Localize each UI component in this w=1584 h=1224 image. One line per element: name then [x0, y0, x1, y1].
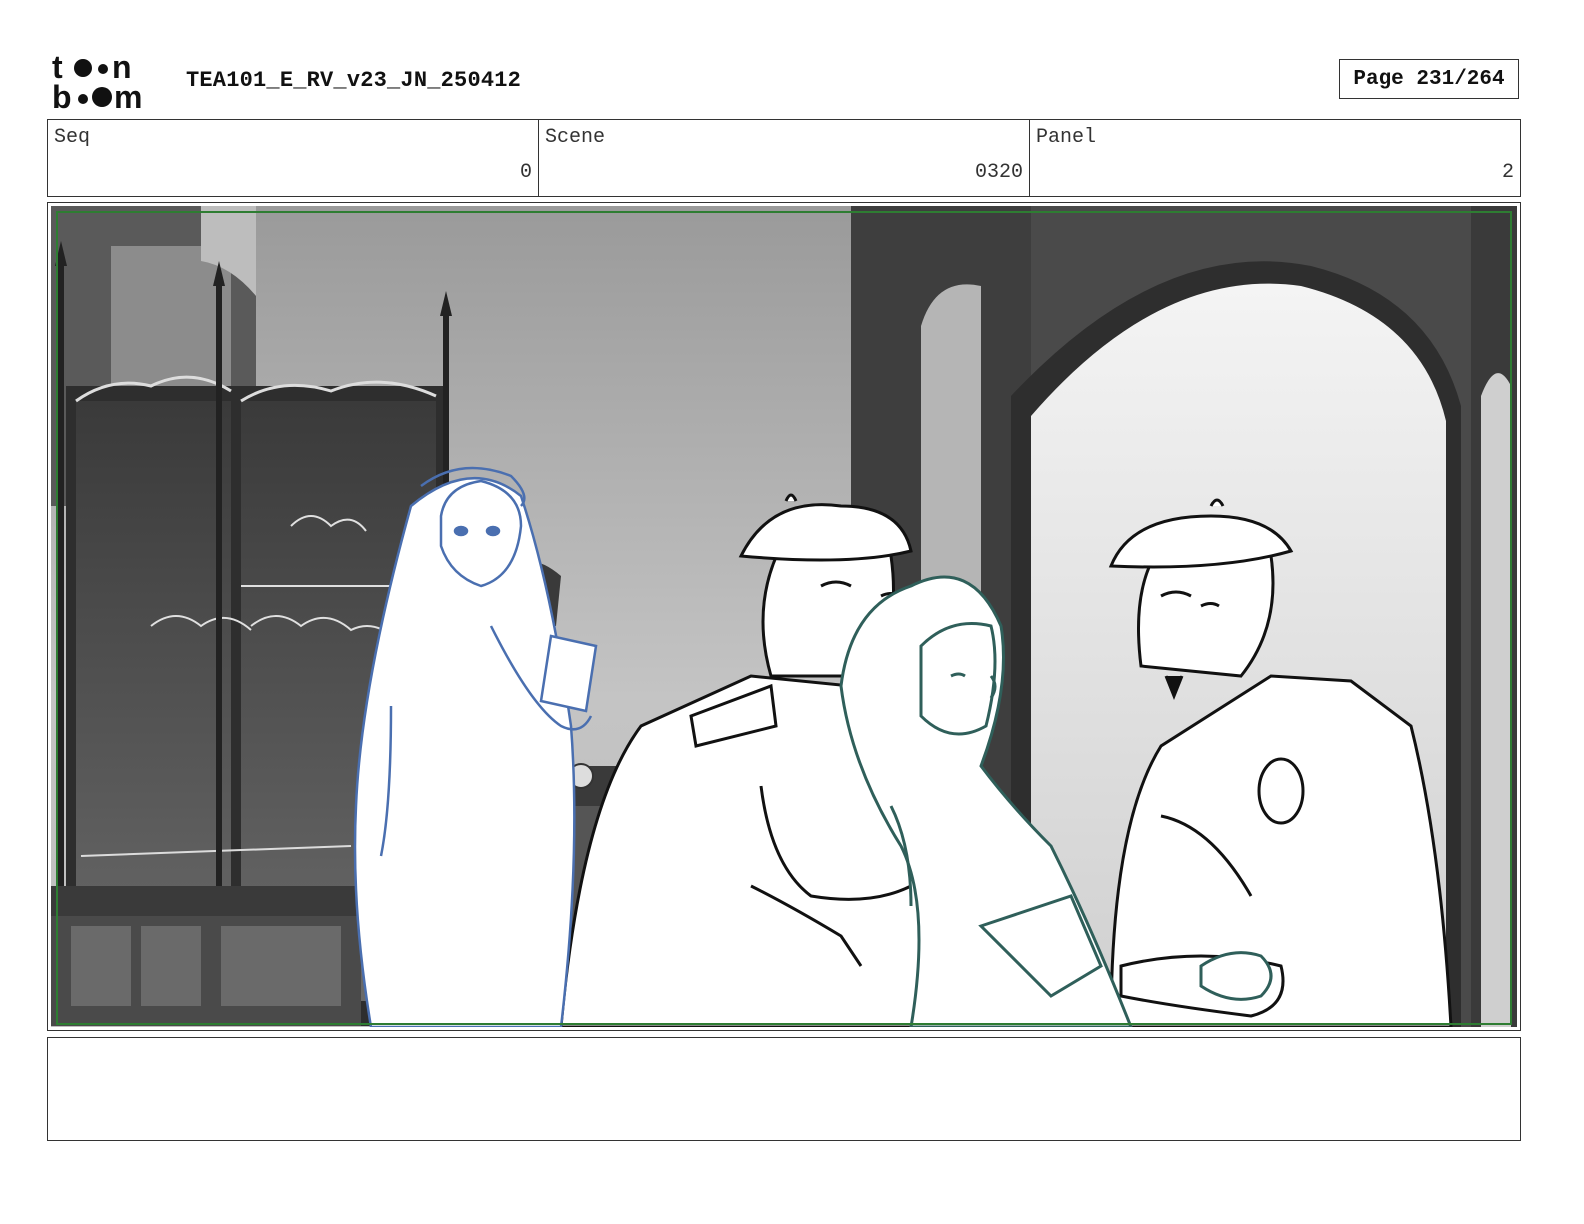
panel-illustration [51, 206, 1517, 1027]
scene-label: Scene [545, 126, 606, 149]
document-title: TEA101_E_RV_v23_JN_250412 [186, 68, 522, 93]
svg-text:b: b [52, 79, 72, 112]
shot-info-row: Seq 0 Scene 0320 Panel 2 [47, 119, 1521, 197]
side-table [51, 886, 391, 1026]
panel-value: 2 [1501, 161, 1514, 184]
panel-notes-area [47, 1037, 1521, 1141]
panel-cell: Panel 2 [1030, 120, 1520, 196]
panel-label: Panel [1036, 126, 1097, 149]
seq-label: Seq [54, 126, 91, 149]
svg-text:m: m [114, 79, 142, 112]
scene-cell: Scene 0320 [539, 120, 1030, 196]
seq-value: 0 [519, 161, 532, 184]
seq-cell: Seq 0 [48, 120, 539, 196]
scene-value: 0320 [974, 161, 1023, 184]
toonboom-logo: t n b m [52, 50, 142, 112]
storyboard-panel [47, 202, 1521, 1031]
page-indicator: Page 231/264 [1339, 59, 1519, 99]
